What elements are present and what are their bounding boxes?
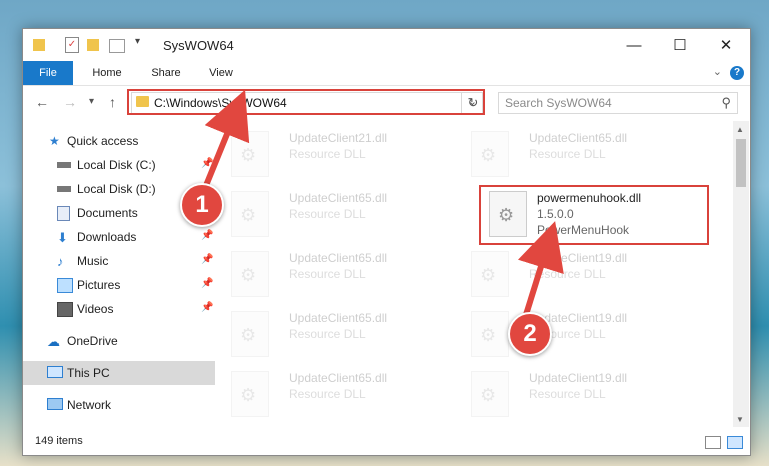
annotation-arrows [202,89,564,319]
arrow-to-file [517,221,564,319]
arrow-to-address [202,89,250,190]
step-1-badge: 1 [180,183,224,227]
step-2-badge: 2 [508,312,552,356]
